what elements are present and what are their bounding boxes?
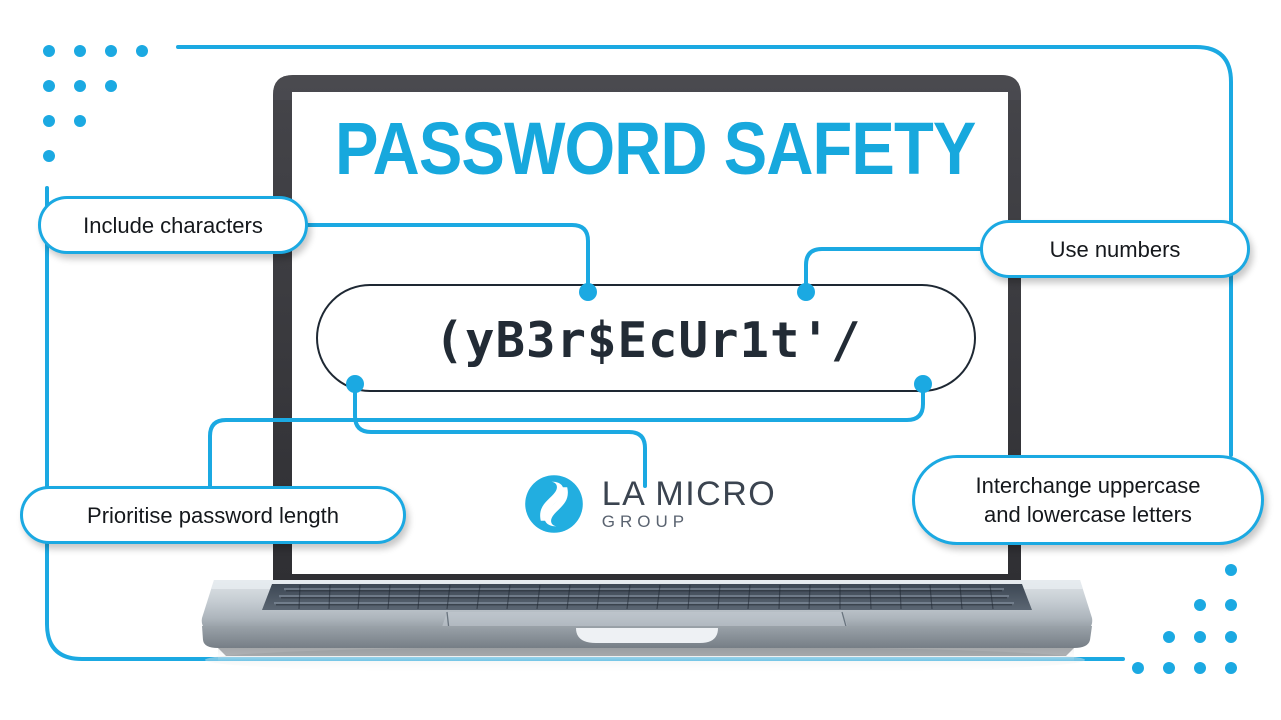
node-top-left: [579, 283, 597, 301]
callout-include-characters[interactable]: Include characters: [38, 196, 308, 254]
connector-password-length: [353, 382, 647, 488]
connector-capsule-bottom-rail: [208, 382, 925, 488]
connector-nodes: [346, 283, 932, 393]
callout-interchange-case[interactable]: Interchange uppercase and lowercase lett…: [912, 455, 1264, 545]
callout-connectors: [208, 223, 982, 488]
node-bottom-left: [346, 375, 364, 393]
callout-password-length[interactable]: Prioritise password length: [20, 486, 406, 544]
callout-use-numbers[interactable]: Use numbers: [980, 220, 1250, 278]
infographic-canvas: PASSWORD SAFETY (yB3r$EcUr1t'/ LA MICRO …: [0, 0, 1281, 720]
connector-include-characters: [306, 223, 590, 294]
node-bottom-right: [914, 375, 932, 393]
node-top-right: [797, 283, 815, 301]
connector-use-numbers: [804, 247, 982, 294]
